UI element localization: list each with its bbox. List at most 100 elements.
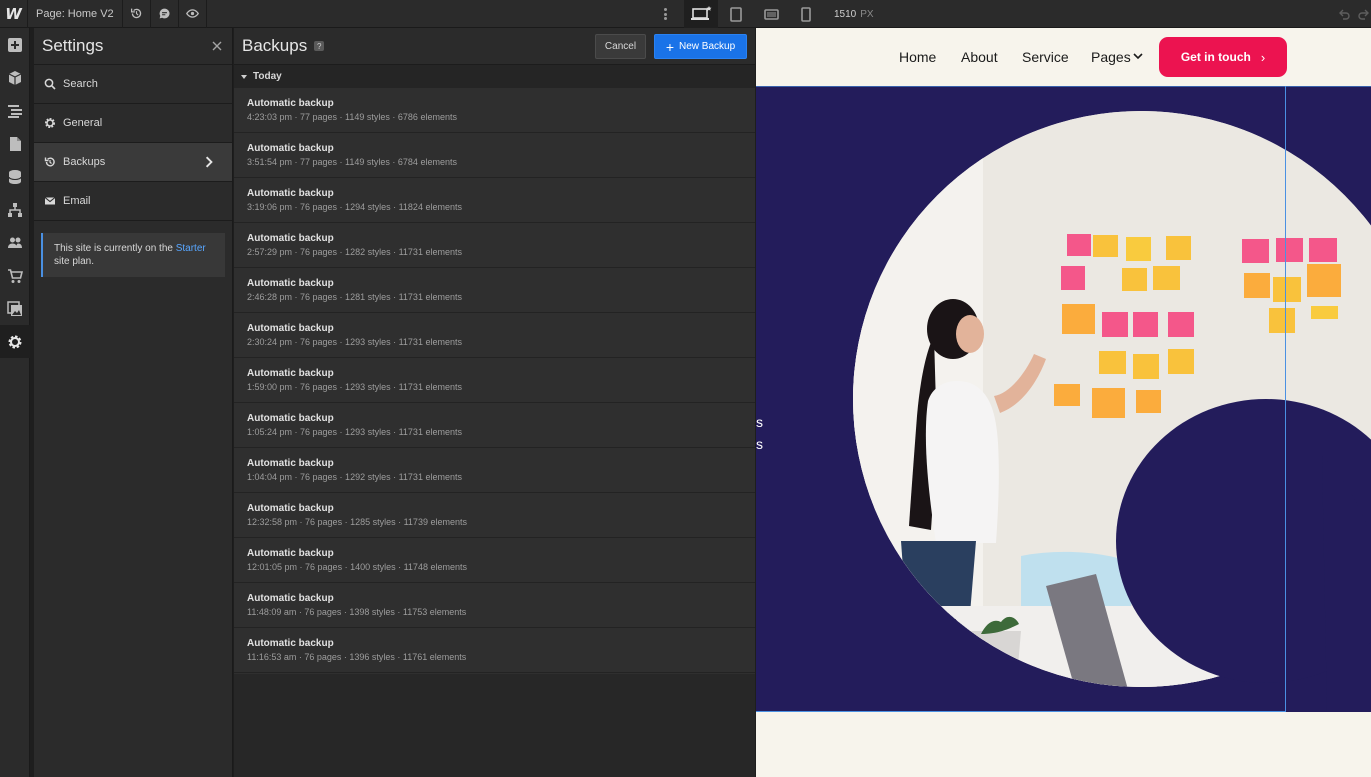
backup-title: Automatic backup: [247, 503, 334, 514]
hero-section[interactable]: s s: [756, 86, 1371, 712]
group-label: Today: [253, 71, 282, 82]
settings-item-search[interactable]: Search: [34, 65, 232, 104]
backup-meta: 1:04:04 pm · 76 pages · 1292 styles · 11…: [247, 472, 462, 482]
nav-link-service[interactable]: Service: [1022, 49, 1069, 65]
backup-meta: 1:05:24 pm · 76 pages · 1293 styles · 11…: [247, 427, 462, 437]
settings-item-backups[interactable]: Backups: [34, 143, 232, 182]
ecommerce-icon[interactable]: [0, 259, 30, 292]
backup-row[interactable]: Automatic backup 1:59:00 pm · 76 pages · …: [234, 358, 755, 403]
arrow-right-icon: ›: [1260, 49, 1266, 65]
left-icon-rail: [0, 28, 30, 777]
current-page-selector[interactable]: Page: Home V2: [28, 0, 123, 28]
site-navbar: Home About Service Pages Get in touch ›: [756, 28, 1371, 86]
backup-title: Automatic backup: [247, 233, 334, 244]
selection-outline: [756, 711, 1286, 712]
backup-row[interactable]: Automatic backup 1:05:24 pm · 76 pages · …: [234, 403, 755, 448]
close-icon[interactable]: [210, 39, 224, 53]
backup-list: Automatic backup 4:23:03 pm · 77 pages · …: [234, 88, 755, 673]
group-toggle-today[interactable]: Today: [234, 65, 755, 88]
settings-panel: Settings Search General Backups Email Th…: [34, 28, 233, 777]
backups-title: Backups: [242, 36, 308, 55]
plus-icon: +: [665, 38, 675, 55]
backup-meta: 2:30:24 pm · 76 pages · 1293 styles · 11…: [247, 337, 462, 347]
mobile-portrait-icon[interactable]: [789, 0, 823, 28]
backup-title: Automatic backup: [247, 278, 334, 289]
backup-row[interactable]: Automatic backup 3:51:54 pm · 77 pages · …: [234, 133, 755, 178]
assets-icon[interactable]: [0, 292, 30, 325]
backup-meta: 1:59:00 pm · 76 pages · 1293 styles · 11…: [247, 382, 462, 392]
hero-text-fragment: s: [756, 414, 763, 430]
settings-header: Settings: [34, 28, 232, 65]
add-panel-icon[interactable]: [0, 28, 30, 61]
settings-icon[interactable]: [0, 325, 30, 358]
backup-history-icon: [44, 157, 55, 167]
plan-note-text-end: site plan.: [54, 256, 95, 267]
help-icon[interactable]: ?: [314, 41, 325, 51]
backup-row[interactable]: Automatic backup 11:48:09 am · 76 pages ·…: [234, 583, 755, 628]
hero-text-fragment: s: [756, 436, 763, 452]
settings-item-email[interactable]: Email: [34, 182, 232, 221]
preview-eye-icon[interactable]: [179, 0, 207, 28]
pages-icon[interactable]: [0, 127, 30, 160]
redo-icon[interactable]: [1352, 0, 1371, 28]
new-backup-button[interactable]: + New Backup: [654, 34, 747, 59]
backup-title: Automatic backup: [247, 143, 334, 154]
plan-note-text: This site is currently on the: [54, 243, 176, 254]
backup-row[interactable]: Automatic backup 11:16:53 am · 76 pages ·…: [234, 628, 755, 673]
settings-item-general[interactable]: General: [34, 104, 232, 143]
settings-item-label: Search: [63, 78, 98, 90]
email-icon: [44, 197, 56, 205]
backup-title: Automatic backup: [247, 323, 334, 334]
backup-meta: 12:32:58 pm · 76 pages · 1285 styles · 1…: [247, 517, 467, 527]
mobile-landscape-icon[interactable]: [754, 0, 788, 28]
backup-title: Automatic backup: [247, 98, 334, 109]
backup-title: Automatic backup: [247, 188, 334, 199]
get-in-touch-button[interactable]: Get in touch ›: [1159, 37, 1287, 77]
backup-title: Automatic backup: [247, 548, 334, 559]
undo-history-icon[interactable]: [123, 0, 151, 28]
site-plan-note: This site is currently on the Starter si…: [41, 233, 225, 277]
backup-meta: 3:51:54 pm · 77 pages · 1149 styles · 67…: [247, 157, 457, 167]
hero-illustration: [853, 111, 1371, 712]
cta-label: Get in touch: [1180, 50, 1251, 64]
users-icon[interactable]: [0, 226, 30, 259]
comment-icon[interactable]: [151, 0, 179, 28]
canvas-width-readout[interactable]: 1510 PX: [834, 0, 874, 28]
canvas-preview[interactable]: Home About Service Pages Get in touch ›: [756, 28, 1371, 777]
nav-link-home[interactable]: Home: [899, 49, 936, 65]
canvas-width-value: 1510: [834, 8, 857, 20]
gear-icon: [45, 118, 55, 128]
backup-row[interactable]: Automatic backup 12:01:05 pm · 76 pages ·…: [234, 538, 755, 583]
more-vertical-icon[interactable]: [658, 6, 672, 22]
nav-link-about[interactable]: About: [961, 49, 998, 65]
settings-item-label: Email: [63, 195, 91, 207]
backup-meta: 12:01:05 pm · 76 pages · 1400 styles · 1…: [247, 562, 467, 572]
backup-row[interactable]: Automatic backup 4:23:03 pm · 77 pages · …: [234, 88, 755, 133]
backups-panel: Backups ? Cancel + New Backup Today Auto…: [234, 28, 755, 777]
settings-title: Settings: [42, 36, 104, 55]
webflow-logo[interactable]: W: [0, 0, 28, 28]
backup-row[interactable]: Automatic backup 2:46:28 pm · 76 pages · …: [234, 268, 755, 313]
backup-meta: 2:57:29 pm · 76 pages · 1282 styles · 11…: [247, 247, 462, 257]
logic-icon[interactable]: [0, 193, 30, 226]
tablet-icon[interactable]: [719, 0, 753, 28]
backups-header: Backups ? Cancel + New Backup: [234, 28, 755, 65]
navigator-icon[interactable]: [0, 94, 30, 127]
backup-row[interactable]: Automatic backup 2:30:24 pm · 76 pages · …: [234, 313, 755, 358]
cms-icon[interactable]: [0, 160, 30, 193]
backup-row[interactable]: Automatic backup 12:32:58 pm · 76 pages ·…: [234, 493, 755, 538]
chevron-down-icon: [1133, 53, 1143, 60]
cancel-button[interactable]: Cancel: [595, 34, 646, 59]
canvas-width-unit: PX: [860, 8, 874, 20]
backup-row[interactable]: Automatic backup 2:57:29 pm · 76 pages · …: [234, 223, 755, 268]
backup-row[interactable]: Automatic backup 3:19:06 pm · 76 pages · …: [234, 178, 755, 223]
backup-title: Automatic backup: [247, 593, 334, 604]
search-icon: [44, 78, 56, 90]
desktop-star-icon[interactable]: [684, 0, 718, 28]
backup-title: Automatic backup: [247, 458, 334, 469]
components-icon[interactable]: [0, 61, 30, 94]
backup-row[interactable]: Automatic backup 1:04:04 pm · 76 pages · …: [234, 448, 755, 493]
starter-plan-link[interactable]: Starter: [176, 243, 206, 254]
nav-link-pages[interactable]: Pages: [1091, 49, 1131, 65]
backup-meta: 2:46:28 pm · 76 pages · 1281 styles · 11…: [247, 292, 462, 302]
